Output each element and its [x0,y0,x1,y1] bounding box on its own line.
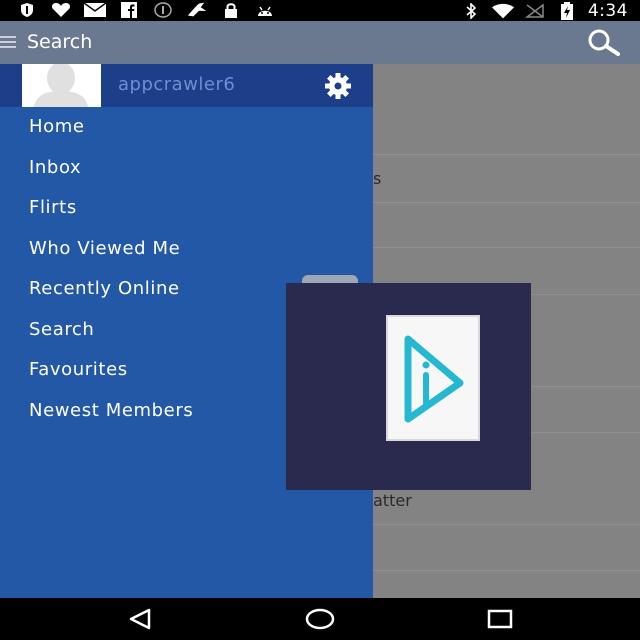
android-icon [254,2,276,18]
bird-icon [186,2,208,18]
heart-icon [50,2,72,18]
content-text-fragment: s [373,169,382,188]
username: appcrawler6 [118,74,236,95]
menu-item-newest-members[interactable]: Newest Members [29,400,193,421]
avatar[interactable] [22,64,101,107]
wifi-icon [491,3,514,19]
back-icon[interactable] [120,606,160,632]
page-title: Search [27,31,93,53]
lock-icon [220,2,242,18]
menu-item-who-viewed-me[interactable]: Who Viewed Me [29,238,180,259]
content-text-fragment: atter [373,491,412,510]
system-nav-bar [0,598,640,640]
no-sim-icon [524,3,546,19]
app-logo-overlay [286,283,531,490]
search-icon[interactable] [586,29,622,57]
menu-item-favourites[interactable]: Favourites [29,359,128,380]
system-icons: 4:34 [460,0,628,21]
battery-icon [556,1,578,20]
menu-item-search[interactable]: Search [29,319,94,340]
bluetooth-icon [460,2,482,19]
facebook-icon [118,2,140,18]
mail-icon [84,2,106,18]
divider [373,570,640,571]
hamburger-icon[interactable] [0,33,18,51]
divider [373,154,640,155]
menu-item-flirts[interactable]: Flirts [29,197,77,218]
divider [373,247,640,248]
menu-item-inbox[interactable]: Inbox [29,157,81,178]
divider [373,202,640,203]
notification-icons [16,2,276,18]
status-bar: 4:34 [0,0,640,21]
app-logo [386,315,480,441]
gear-icon[interactable] [322,72,354,100]
menu-item-recently-online[interactable]: Recently Online [29,278,180,299]
menu-item-home[interactable]: Home [29,116,85,137]
divider [373,524,640,525]
home-icon[interactable] [300,606,340,632]
drawer-header: appcrawler6 [0,64,373,107]
clock-time: 4:34 [587,0,628,21]
recents-icon[interactable] [480,606,520,632]
shield-icon [16,2,38,18]
info-icon [152,2,174,18]
app-bar: Search [0,21,640,64]
